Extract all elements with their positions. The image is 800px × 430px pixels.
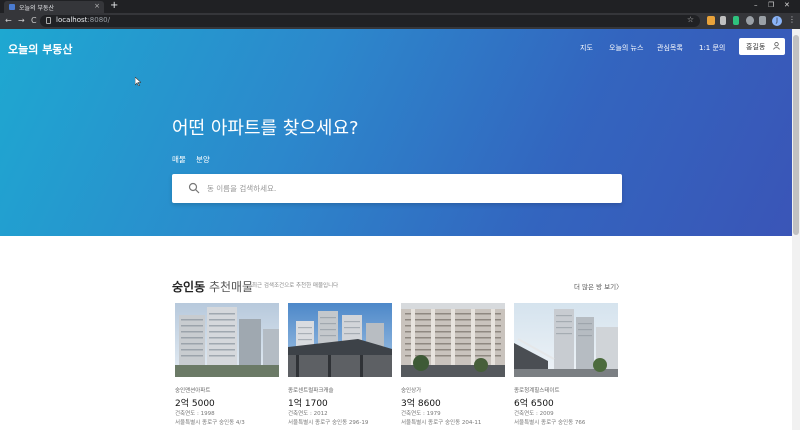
listing-card[interactable]: 숭인상가 3억 8600 건축연도 : 1979 서울특별시 종로구 숭인동 2… [401,303,505,430]
url-text: localhost:8080/ [56,16,110,24]
browser-tab-bar: 오늘의 부동산 × + – ❐ ✕ [0,0,800,13]
search-input[interactable]: 동 이름을 검색하세요. [207,183,276,194]
profile-avatar[interactable]: J [772,16,782,26]
listing-name: 종로센트럴파크캐슬 [288,388,334,394]
user-button[interactable]: 홍길동 [739,38,785,55]
new-tab-button[interactable]: + [110,0,118,12]
scrollbar-thumb[interactable] [793,35,799,235]
listing-address: 서울특별시 종로구 숭인동 4/3 [175,420,245,426]
forward-icon[interactable]: → [18,15,25,27]
user-name: 홍길동 [746,43,766,51]
listing-year: 건축연도 : 1998 [175,411,215,417]
hero-banner: 오늘의 부동산 지도 오늘의 뉴스 관심목록 1:1 문의 홍길동 어떤 아파트… [0,29,792,236]
listing-price: 3억 8600 [401,399,441,409]
listing-address: 서울특별시 종로구 숭인동 766 [514,420,586,426]
close-window-icon[interactable]: ✕ [784,1,790,9]
section-title: 숭인동 추천매물 [172,278,253,295]
listing-card[interactable]: 종로청계힐스테이트 6억 6500 건축연도 : 2009 서울특별시 종로구 … [514,303,618,430]
url-port: :8080/ [87,16,110,24]
extension-icon[interactable] [733,16,739,25]
listing-name: 숭인맨션아파트 [175,388,211,394]
more-listings-link[interactable]: 더 많은 방 보기〉 [574,281,623,291]
reload-icon[interactable]: C [31,15,37,27]
listing-name: 숭인상가 [401,388,422,394]
bookmark-star-icon[interactable]: ☆ [687,15,694,24]
menu-dots-icon[interactable]: ⋮ [788,15,796,24]
extension-icon[interactable] [746,16,754,25]
extension-icon[interactable] [720,16,726,25]
nav-inquiry[interactable]: 1:1 문의 [699,43,725,53]
address-bar: ← → C localhost:8080/ ☆ J ⋮ [0,13,800,29]
listing-price: 2억 5000 [175,399,215,409]
search-icon[interactable] [188,182,200,194]
site-logo[interactable]: 오늘의 부동산 [8,41,73,57]
info-icon[interactable] [46,17,51,24]
listing-photo [288,303,392,377]
tab-title: 오늘의 부동산 [19,5,55,12]
tab-listings[interactable]: 매물 [172,154,186,165]
nav-news[interactable]: 오늘의 뉴스 [609,43,643,53]
listing-year: 건축연도 : 2012 [288,411,328,417]
nav-favorites[interactable]: 관심목록 [657,43,683,53]
nav-map[interactable]: 지도 [580,43,593,53]
puzzle-icon[interactable] [759,16,766,25]
listing-card[interactable]: 종로센트럴파크캐슬 1억 1700 건축연도 : 2012 서울특별시 종로구 … [288,303,392,430]
mouse-cursor-icon [135,77,141,86]
listing-address: 서울특별시 종로구 숭인동 296-19 [288,420,369,426]
listing-photo [514,303,618,377]
extension-icon[interactable] [707,16,715,25]
section-title-rest: 추천매물 [205,280,254,294]
url-host: localhost [56,16,88,24]
url-field[interactable]: localhost:8080/ ☆ [40,15,700,27]
section-title-location: 숭인동 [172,280,206,294]
listing-name: 종로청계힐스테이트 [514,388,560,394]
listing-year: 건축연도 : 2009 [514,411,554,417]
listing-card[interactable]: 숭인맨션아파트 2억 5000 건축연도 : 1998 서울특별시 종로구 숭인… [175,303,279,430]
tab-close-icon[interactable]: × [94,2,100,10]
favicon-icon [9,4,15,10]
back-icon[interactable]: ← [5,15,12,27]
tab-presale[interactable]: 분양 [196,154,210,165]
hero-headline: 어떤 아파트를 찾으세요? [172,118,359,139]
maximize-icon[interactable]: ❐ [768,1,774,9]
search-box[interactable]: 동 이름을 검색하세요. [172,174,622,203]
listing-address: 서울특별시 종로구 숭인동 204-11 [401,420,482,426]
chevron-right-icon: 〉 [616,283,623,291]
listing-price: 1억 1700 [288,399,328,409]
user-icon [773,42,780,50]
listing-photo [175,303,279,377]
listing-year: 건축연도 : 1979 [401,411,441,417]
section-subtitle: 최근 검색조건으로 추천한 매물입니다 [252,283,339,289]
page-scrollbar[interactable] [792,29,800,430]
minimize-icon[interactable]: – [754,1,758,9]
listing-price: 6억 6500 [514,399,554,409]
more-listings-label: 더 많은 방 보기 [574,283,617,291]
listing-photo [401,303,505,377]
browser-tab[interactable]: 오늘의 부동산 × [4,1,104,13]
